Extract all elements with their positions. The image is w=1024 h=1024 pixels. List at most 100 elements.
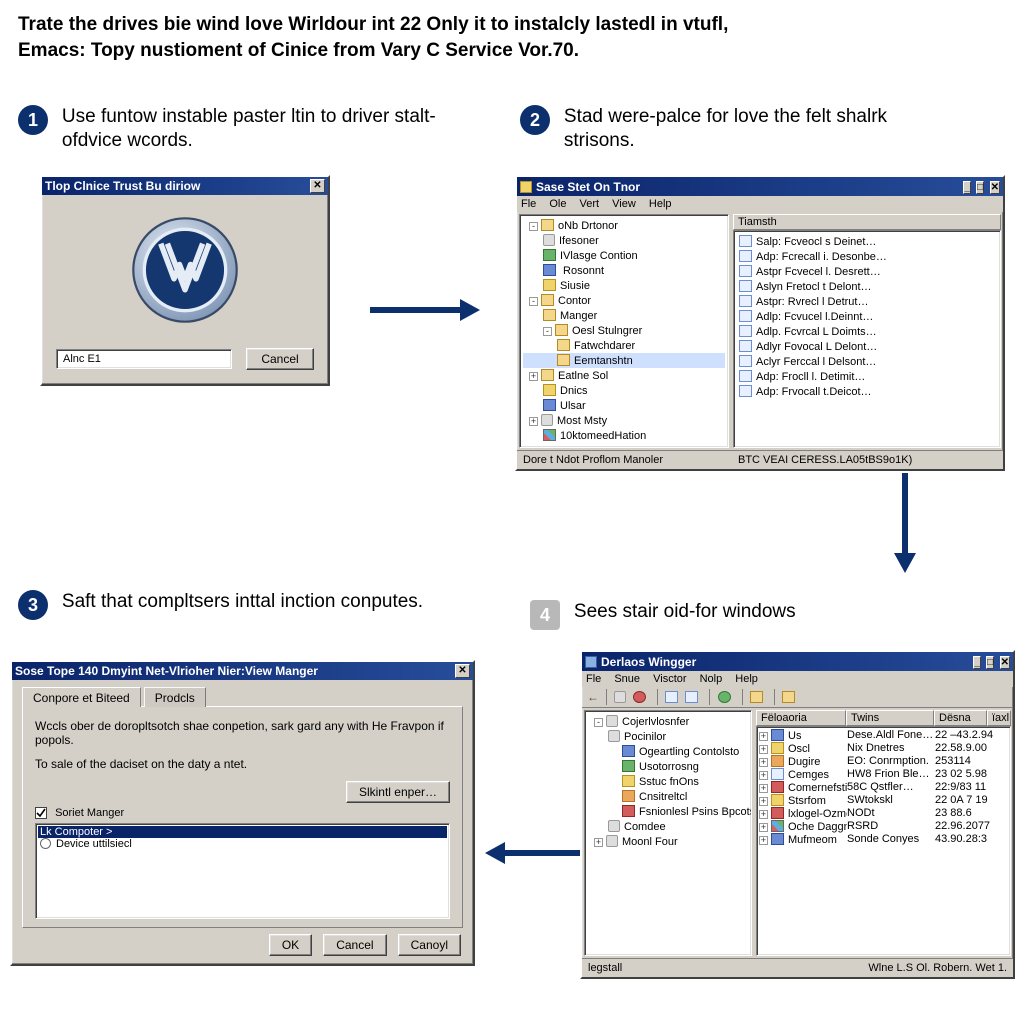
tree-pane[interactable]: -oNb DrtonorIfesonerIVlasge Contion Roso… — [519, 214, 729, 448]
tree-item[interactable]: Ifesoner — [523, 233, 725, 248]
expander-icon[interactable]: - — [594, 718, 603, 727]
checkbox[interactable] — [35, 807, 47, 819]
expander-icon[interactable]: + — [759, 758, 768, 767]
window-device-manager-titlebar[interactable]: Derlaos Wingger _ □ ✕ — [582, 652, 1013, 671]
list-item[interactable]: Aslyn Fretocl t Delont… — [737, 279, 997, 294]
menu-item[interactable]: Ole — [549, 198, 566, 210]
menu-item[interactable]: Vert — [580, 198, 600, 210]
tree-item[interactable]: -Cojerlvlosnfer — [588, 714, 748, 729]
minimize-icon[interactable]: _ — [973, 656, 981, 669]
column-header[interactable]: Dësna — [934, 710, 987, 726]
expander-icon[interactable]: + — [594, 838, 603, 847]
menu-item[interactable]: Help — [649, 198, 672, 210]
close-icon[interactable]: ✕ — [310, 179, 325, 193]
expander-icon[interactable]: - — [543, 327, 552, 336]
table-row[interactable]: +DugireEO: Conrmption.253114 — [759, 755, 1008, 768]
menu-item[interactable]: Fle — [521, 198, 536, 210]
toolbar-icon[interactable] — [685, 691, 698, 703]
table-row[interactable]: +StsrfomSWtokskl22 0A 7 19 — [759, 794, 1008, 807]
list-pane[interactable]: Salp: Fcveocl s Deinet…Adp: Fcrecall i. … — [733, 230, 1001, 448]
expander-icon[interactable]: + — [759, 810, 768, 819]
toolbar-icon[interactable] — [614, 691, 626, 703]
window-explorer-a-titlebar[interactable]: Sase Stet On Tnor _ □ ✕ — [517, 177, 1003, 196]
expander-icon[interactable]: + — [759, 771, 768, 780]
tree-item[interactable]: Cnsitreltcl — [588, 789, 748, 804]
toolbar-icon[interactable] — [665, 691, 678, 703]
tree-item[interactable]: Manger — [523, 308, 725, 323]
tree-item[interactable]: IVlasge Contion — [523, 248, 725, 263]
delete-icon[interactable] — [633, 691, 646, 703]
dialog-installer-titlebar[interactable]: Tlop Clnice Trust Bu diriow ✕ — [42, 177, 328, 195]
list-item[interactable]: Adlyr Fovocal L Delont… — [737, 339, 997, 354]
tab-products[interactable]: Prodcls — [144, 687, 206, 707]
tree-item[interactable]: 10ktomeedHation — [523, 428, 725, 443]
close-icon[interactable]: ✕ — [990, 181, 1000, 194]
option-list[interactable]: Lk Compoter > Device uttilsiecl — [35, 823, 450, 919]
maximize-icon[interactable]: □ — [986, 656, 994, 669]
expander-icon[interactable]: + — [759, 745, 768, 754]
tree-item[interactable]: Rosonnt — [523, 263, 725, 278]
expander-icon[interactable]: + — [759, 836, 768, 845]
tree-item[interactable]: Comdee — [588, 819, 748, 834]
expander-icon[interactable]: + — [529, 417, 538, 426]
list-item[interactable]: Adp: Fcrecall i. Desonbe… — [737, 249, 997, 264]
tree-item[interactable]: Fatwchdarer — [523, 338, 725, 353]
tree-item[interactable]: +Most Msty — [523, 413, 725, 428]
tree-pane[interactable]: -CojerlvlosnferPocinilorOgeartling Conto… — [584, 710, 752, 956]
install-path-input[interactable]: Alnc E1 — [56, 349, 232, 369]
toolbar-icon[interactable] — [782, 691, 795, 703]
tree-item[interactable]: Pocinilor — [588, 729, 748, 744]
menu-item[interactable]: View — [612, 198, 636, 210]
table-row[interactable]: +OsclNix Dnetres22.58.9.00 — [759, 742, 1008, 755]
tree-item[interactable]: Siusie — [523, 278, 725, 293]
table-row[interactable]: +Oche DaggnRSRD22.96.2077 — [759, 820, 1008, 833]
toolbar-icon[interactable] — [750, 691, 763, 703]
list-item[interactable]: Device uttilsiecl — [38, 838, 447, 850]
menu-item[interactable]: Help — [735, 673, 758, 685]
tree-item[interactable]: +Moonl Four — [588, 834, 748, 849]
menu-item[interactable]: Visctor — [653, 673, 686, 685]
maximize-icon[interactable]: □ — [976, 181, 984, 194]
tree-item[interactable]: +Eatlne Sol — [523, 368, 725, 383]
table-row[interactable]: +lxlogel-OzmoseNODt23 88.6 — [759, 807, 1008, 820]
expander-icon[interactable]: + — [759, 784, 768, 793]
tree-item[interactable]: Ogeartling Contolsto — [588, 744, 748, 759]
menu-item[interactable]: Fle — [586, 673, 601, 685]
cancel-button[interactable]: Cancel — [323, 934, 386, 956]
list-item[interactable]: Aclyr Ferccal l Delsont… — [737, 354, 997, 369]
cancel-button[interactable]: Cancel — [246, 348, 314, 370]
tree-item[interactable]: -Contor — [523, 293, 725, 308]
tab-general[interactable]: Conpore et Biteed — [22, 687, 141, 707]
tree-item[interactable]: Eemtanshtn — [523, 353, 725, 368]
column-header[interactable]: ïaxl — [987, 710, 1011, 726]
column-header[interactable]: Fëloaoria — [756, 710, 846, 726]
tree-item[interactable]: Usotorrosng — [588, 759, 748, 774]
table-row[interactable]: +Comernefstil Mem58C Qstfler…22:9/83 11 — [759, 781, 1008, 794]
list-item[interactable]: Astpr Fcvecel l. Desrett… — [737, 264, 997, 279]
tree-item[interactable]: Ulsar — [523, 398, 725, 413]
apply-button[interactable]: Canoyl — [398, 934, 461, 956]
menu-item[interactable]: Snue — [614, 673, 640, 685]
list-item[interactable]: Adp: Frocll l. Detimit… — [737, 369, 997, 384]
column-header[interactable]: Twins — [846, 710, 934, 726]
expander-icon[interactable]: + — [759, 797, 768, 806]
column-header[interactable]: Tiamsth — [733, 214, 1001, 230]
table-row[interactable]: +CemgesHW8 Frion Ble…23 02 5.98 — [759, 768, 1008, 781]
dialog-properties-titlebar[interactable]: Sose Tope 140 Dmyint Net-Vlrioher Nier:V… — [12, 662, 473, 680]
table-row[interactable]: +UsDese.Aldl Fone…22 –43.2.94 — [759, 729, 1008, 742]
tree-item[interactable]: -Oesl Stulngrer — [523, 323, 725, 338]
expander-icon[interactable]: + — [529, 372, 538, 381]
expander-icon[interactable]: - — [529, 222, 538, 231]
expander-icon[interactable]: - — [529, 297, 538, 306]
settings-button[interactable]: Slkintl enper… — [346, 781, 450, 803]
tree-item[interactable]: Dnics — [523, 383, 725, 398]
list-item[interactable]: Lk Compoter > — [38, 826, 447, 838]
radio-icon[interactable] — [40, 838, 51, 849]
expander-icon[interactable]: + — [759, 732, 768, 741]
refresh-icon[interactable] — [718, 691, 731, 703]
list-item[interactable]: Salp: Fcveocl s Deinet… — [737, 234, 997, 249]
ok-button[interactable]: OK — [269, 934, 312, 956]
expander-icon[interactable]: + — [759, 823, 768, 832]
close-icon[interactable]: ✕ — [455, 664, 470, 678]
table-row[interactable]: +MufmeomSonde Conyes43.90.28:3 — [759, 833, 1008, 846]
